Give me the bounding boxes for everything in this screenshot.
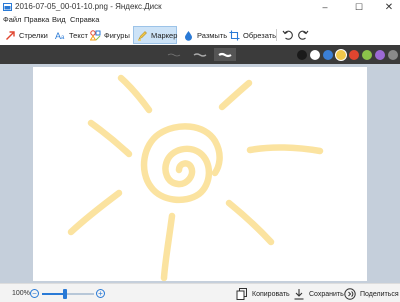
copy-icon (236, 288, 247, 300)
toolbar: Стрелки Aa Текст Фигуры Маркер Размыть О… (0, 25, 400, 45)
status-bar: 100% − + Копировать Сохранить Поделиться (0, 283, 400, 302)
tool-crop[interactable]: Обрезать (226, 26, 279, 44)
maximize-button[interactable]: ☐ (346, 0, 372, 14)
tool-properties-bar (0, 45, 400, 64)
share-button[interactable]: Поделиться (344, 287, 399, 301)
toolbar-divider (276, 29, 277, 41)
color-swatch-gray[interactable] (388, 50, 398, 60)
color-swatch-yellow[interactable] (336, 50, 346, 60)
color-swatch-green[interactable] (362, 50, 372, 60)
arrow-icon (6, 30, 15, 40)
tool-text-label: Текст (69, 30, 88, 40)
brush-thick[interactable] (214, 48, 236, 61)
zoom-slider-fill (42, 293, 66, 295)
share-icon (344, 288, 356, 300)
shapes-icon (90, 29, 101, 40)
color-swatch-white[interactable] (310, 50, 320, 60)
tool-blur[interactable]: Размыть (180, 26, 230, 44)
title-bar: 2016-07-05_00-01-10.png - Яндекс.Диск – … (0, 0, 400, 14)
zoom-slider[interactable] (42, 289, 94, 299)
download-icon (294, 289, 304, 300)
tool-arrows[interactable]: Стрелки (2, 26, 51, 44)
tool-blur-label: Размыть (197, 30, 228, 40)
zoom-level: 100% (12, 290, 30, 297)
tool-marker[interactable]: Маркер (133, 26, 177, 44)
menu-view[interactable]: Вид (52, 15, 66, 24)
undo-icon[interactable] (282, 29, 294, 41)
tool-shapes[interactable]: Фигуры (87, 26, 133, 44)
color-swatch-red[interactable] (349, 50, 359, 60)
canvas-area (0, 64, 400, 283)
minimize-button[interactable]: – (312, 0, 338, 14)
copy-label: Копировать (252, 290, 290, 298)
zoom-in-button[interactable]: + (96, 289, 105, 298)
crop-icon (229, 30, 240, 40)
redo-icon[interactable] (297, 29, 309, 41)
brush-thin[interactable] (163, 48, 185, 61)
share-label: Поделиться (360, 290, 399, 298)
menu-help[interactable]: Справка (70, 15, 99, 24)
menu-edit[interactable]: Правка (24, 15, 49, 24)
app-icon (3, 3, 12, 11)
copy-button[interactable]: Копировать (236, 287, 290, 301)
menu-bar: Файл Правка Вид Справка (0, 14, 400, 25)
zoom-slider-thumb[interactable] (63, 289, 68, 299)
tool-shapes-label: Фигуры (104, 30, 130, 40)
image-canvas[interactable] (33, 67, 367, 281)
sun-drawing (67, 74, 324, 281)
close-button[interactable]: ✕ (376, 0, 400, 14)
save-label: Сохранить (309, 290, 344, 298)
droplet-icon (185, 30, 192, 41)
menu-file[interactable]: Файл (3, 15, 21, 24)
color-swatch-blue[interactable] (323, 50, 333, 60)
svg-text:a: a (61, 35, 65, 41)
zoom-out-button[interactable]: − (30, 289, 39, 298)
color-swatch-purple[interactable] (375, 50, 385, 60)
tool-marker-label: Маркер (151, 30, 178, 40)
color-swatch-black[interactable] (297, 50, 307, 60)
text-icon: Aa (55, 31, 65, 41)
tool-arrows-label: Стрелки (19, 30, 48, 40)
tool-text[interactable]: Aa Текст (52, 26, 91, 44)
brush-medium[interactable] (189, 48, 211, 61)
window-title: 2016-07-05_00-01-10.png - Яндекс.Диск (15, 2, 162, 11)
marker-icon (138, 30, 147, 41)
tool-crop-label: Обрезать (243, 30, 277, 40)
save-button[interactable]: Сохранить (293, 287, 344, 301)
